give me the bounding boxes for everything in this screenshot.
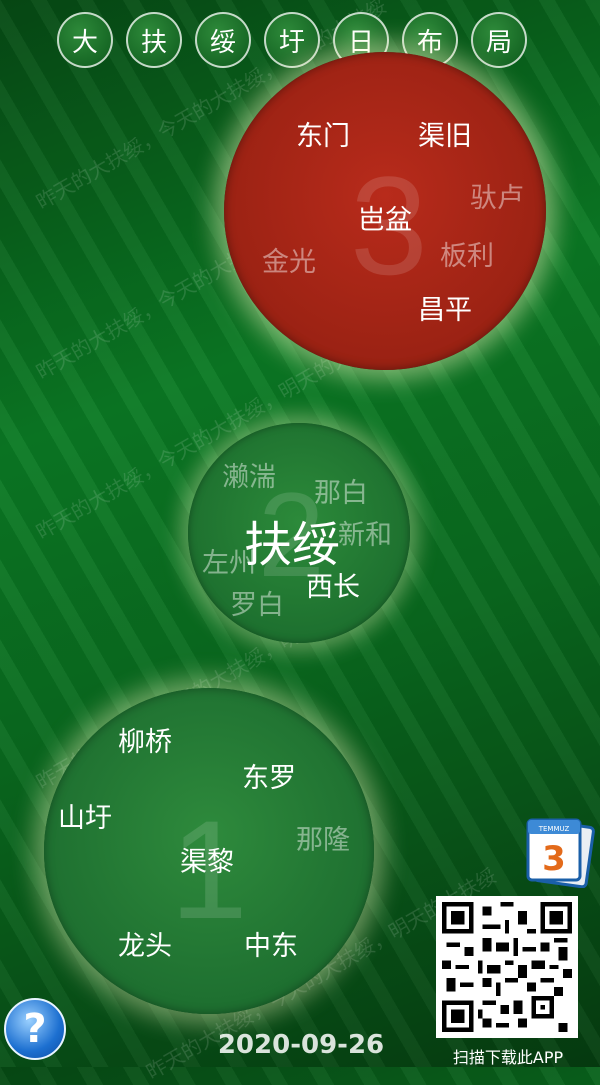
help-button[interactable]: ? [4,998,66,1060]
qr-download-label: 扫描下载此APP [452,1048,564,1067]
top-button-da[interactable]: 大 [57,12,113,68]
qr-code [436,896,578,1038]
place-nalong[interactable]: 那隆 [296,818,350,857]
circle-1[interactable]: 1 柳桥 东罗 山圩 那隆 渠黎 龙头 中东 [44,688,374,1014]
date-display: 2020-09-26 [217,1030,385,1060]
top-button-ju[interactable]: 局 [471,12,527,68]
place-longtou[interactable]: 龙头 [118,924,172,963]
top-button-sui[interactable]: 绥 [195,12,251,68]
place-luobai[interactable]: 罗白 [230,583,284,622]
question-mark-icon: ? [23,1006,47,1052]
place-shanxu[interactable]: 山圩 [58,796,112,835]
top-button-bar: 大 扶 绥 圩 日 布 局 [57,12,527,68]
place-quli[interactable]: 渠黎 [180,840,234,879]
place-bapen[interactable]: 岜盆 [358,198,412,237]
place-changping[interactable]: 昌平 [418,288,472,327]
circle-3[interactable]: 3 东门 渠旧 驮卢 岜盆 金光 板利 昌平 [224,52,546,370]
place-xinhe[interactable]: 新和 [338,513,392,552]
place-banli[interactable]: 板利 [440,234,494,273]
place-qujiu[interactable]: 渠旧 [418,114,472,153]
calendar-icon[interactable]: TEMMUZ 3 [522,812,596,889]
place-jinguang[interactable]: 金光 [262,240,316,279]
calendar-header: TEMMUZ [538,825,570,833]
circle-2[interactable]: 2 濑湍 那白 新和 左州 扶绥 西长 罗白 [188,423,410,643]
place-xichang[interactable]: 西长 [306,565,360,604]
place-tuolu[interactable]: 驮卢 [470,176,524,215]
place-dongluo[interactable]: 东罗 [242,756,296,795]
place-liuqiao[interactable]: 柳桥 [118,720,172,759]
place-laituan[interactable]: 濑湍 [222,455,276,494]
calendar-number: 3 [542,839,566,879]
place-zhongdong[interactable]: 中东 [244,924,298,963]
place-dongmen[interactable]: 东门 [296,114,350,153]
top-button-xu[interactable]: 圩 [264,12,320,68]
top-button-fu[interactable]: 扶 [126,12,182,68]
